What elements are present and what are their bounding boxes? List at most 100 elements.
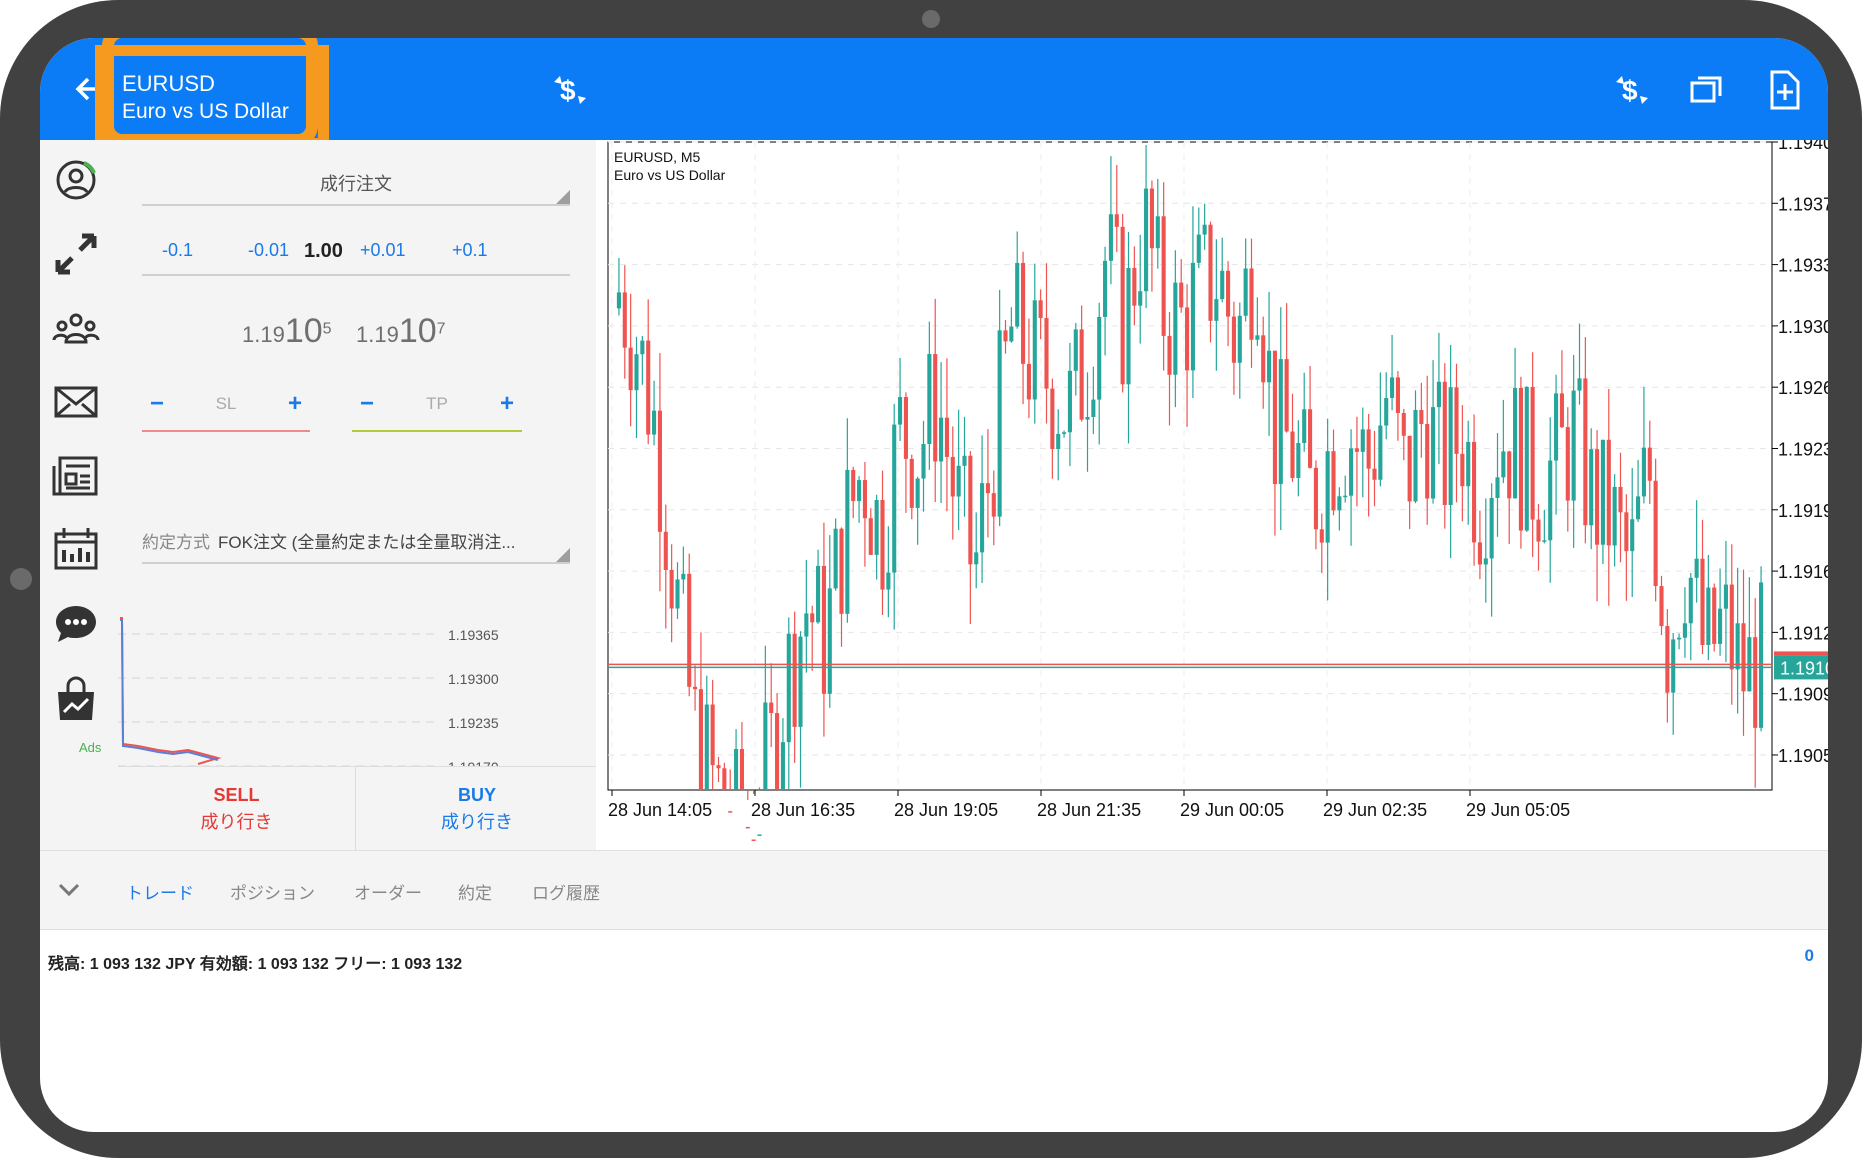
candle-body	[1003, 330, 1008, 342]
candle-body	[927, 354, 932, 445]
candle-body	[1079, 329, 1084, 420]
tp-field[interactable]: − TP +	[352, 390, 522, 432]
fill-policy-select[interactable]: 約定方式 FOK注文 (全量約定または全量取消注...	[142, 528, 570, 564]
candle-body	[1343, 495, 1348, 498]
ask-price: 1.19107	[356, 312, 446, 351]
candle-body	[1226, 270, 1231, 317]
left-nav-rail: Ads	[40, 140, 118, 850]
candle-body	[1442, 381, 1447, 505]
candle-body	[1325, 451, 1330, 543]
windows-icon[interactable]	[1684, 68, 1728, 112]
chat-icon[interactable]	[50, 598, 102, 650]
sell-button[interactable]: SELL 成り行き	[118, 767, 356, 851]
y-tick-label: 1.19160	[1778, 562, 1828, 582]
tab-orders[interactable]: オーダー	[354, 879, 422, 904]
y-tick-label: 1.19055	[1778, 746, 1828, 766]
app-screen: EURUSD Euro vs US Dollar $ $ Ads 成行注文 -0…	[40, 38, 1828, 1132]
candle-body	[991, 493, 996, 517]
candle-body	[1518, 387, 1523, 531]
y-tick-label: 1.19370	[1778, 194, 1828, 214]
candle-body	[1021, 262, 1026, 364]
mail-icon[interactable]	[50, 376, 102, 428]
candle-body	[1390, 377, 1395, 398]
candle-body	[1723, 584, 1728, 609]
candle-body	[821, 565, 826, 694]
candle-body	[1214, 299, 1219, 321]
ask-price-sup: 7	[436, 320, 446, 338]
candle-body	[1261, 335, 1266, 383]
candle-body	[1144, 188, 1149, 292]
candle-body	[851, 469, 856, 502]
vol-minus-0-1[interactable]: -0.1	[162, 240, 193, 261]
trade-dollar-icon-right[interactable]: $	[1610, 68, 1654, 112]
candle-body	[1167, 335, 1172, 375]
trade-arrows-icon[interactable]	[50, 228, 102, 280]
candle-body	[1267, 350, 1272, 383]
candle-body	[1477, 542, 1482, 565]
candle-body	[652, 410, 657, 435]
trade-dollar-icon[interactable]: $	[548, 68, 592, 112]
calendar-icon[interactable]	[50, 524, 102, 576]
account-right-value: 0	[1804, 946, 1814, 965]
vol-plus-0-01[interactable]: +0.01	[360, 240, 406, 261]
mini-tick-label: 1.19235	[448, 715, 499, 731]
candle-body	[985, 483, 990, 494]
candle-body	[1495, 477, 1500, 498]
candle-body	[1436, 381, 1441, 408]
candle-body	[681, 573, 686, 580]
candle-body	[880, 499, 885, 590]
sl-plus-button[interactable]: +	[288, 390, 302, 418]
chevron-down-icon[interactable]	[54, 875, 84, 905]
candle-body	[728, 811, 733, 813]
new-order-icon[interactable]	[1762, 68, 1806, 112]
y-tick-label: 1.19335	[1778, 256, 1828, 276]
bid-price-big: 10	[284, 312, 323, 350]
volume-value[interactable]: 1.00	[304, 240, 343, 263]
candle-body	[616, 292, 621, 309]
tab-deals[interactable]: 約定	[458, 879, 492, 904]
candle-body	[769, 702, 774, 714]
news-icon[interactable]	[50, 450, 102, 502]
candle-body	[1384, 397, 1389, 426]
candle-body	[1618, 486, 1623, 513]
sl-field[interactable]: − SL +	[142, 390, 310, 432]
camera-dot	[922, 10, 940, 28]
candle-body	[1595, 449, 1600, 545]
candle-body	[1372, 468, 1377, 480]
candle-body	[1220, 270, 1225, 300]
trade-buttons: SELL 成り行き BUY 成り行き	[118, 766, 596, 851]
buy-button[interactable]: BUY 成り行き	[358, 767, 596, 851]
candle-body	[628, 347, 633, 391]
candle-body	[1659, 586, 1664, 627]
main-chart[interactable]: 1.19405 1.19370 1.19335 1.19300 1.19265 1.192…	[602, 133, 1828, 850]
vol-minus-0-01[interactable]: -0.01	[248, 240, 289, 261]
candle-body	[1255, 335, 1260, 340]
candle-body	[1513, 387, 1518, 499]
candle-body	[1349, 448, 1354, 496]
tab-trade[interactable]: トレード	[126, 879, 194, 904]
tab-log-history[interactable]: ログ履歴	[532, 879, 600, 904]
candle-body	[962, 455, 967, 466]
candle-body	[1190, 262, 1195, 371]
tablet-frame: EURUSD Euro vs US Dollar $ $ Ads 成行注文 -0…	[0, 0, 1862, 1158]
candle-body	[1331, 451, 1336, 511]
candle-body	[933, 354, 938, 462]
candle-body	[1032, 300, 1037, 400]
community-icon[interactable]	[50, 302, 102, 354]
market-bag-icon[interactable]	[50, 674, 102, 726]
candle-body	[1132, 267, 1137, 306]
candle-body	[839, 528, 844, 614]
tp-plus-button[interactable]: +	[500, 390, 514, 418]
quotes-icon[interactable]	[50, 154, 102, 206]
vol-plus-0-1[interactable]: +0.1	[452, 240, 488, 261]
candle-body	[950, 456, 955, 497]
sell-sub-label: 成り行き	[200, 812, 273, 832]
tab-positions[interactable]: ポジション	[230, 879, 315, 904]
order-type-select[interactable]: 成行注文	[142, 170, 570, 206]
current-price-label: 1.19105	[1780, 658, 1828, 678]
candle-body	[1103, 260, 1108, 317]
candle-body	[944, 417, 949, 457]
candle-body	[1530, 386, 1535, 520]
x-tick-label: 28 Jun 14:05	[608, 800, 712, 820]
y-tick-label: 1.19125	[1778, 623, 1828, 643]
